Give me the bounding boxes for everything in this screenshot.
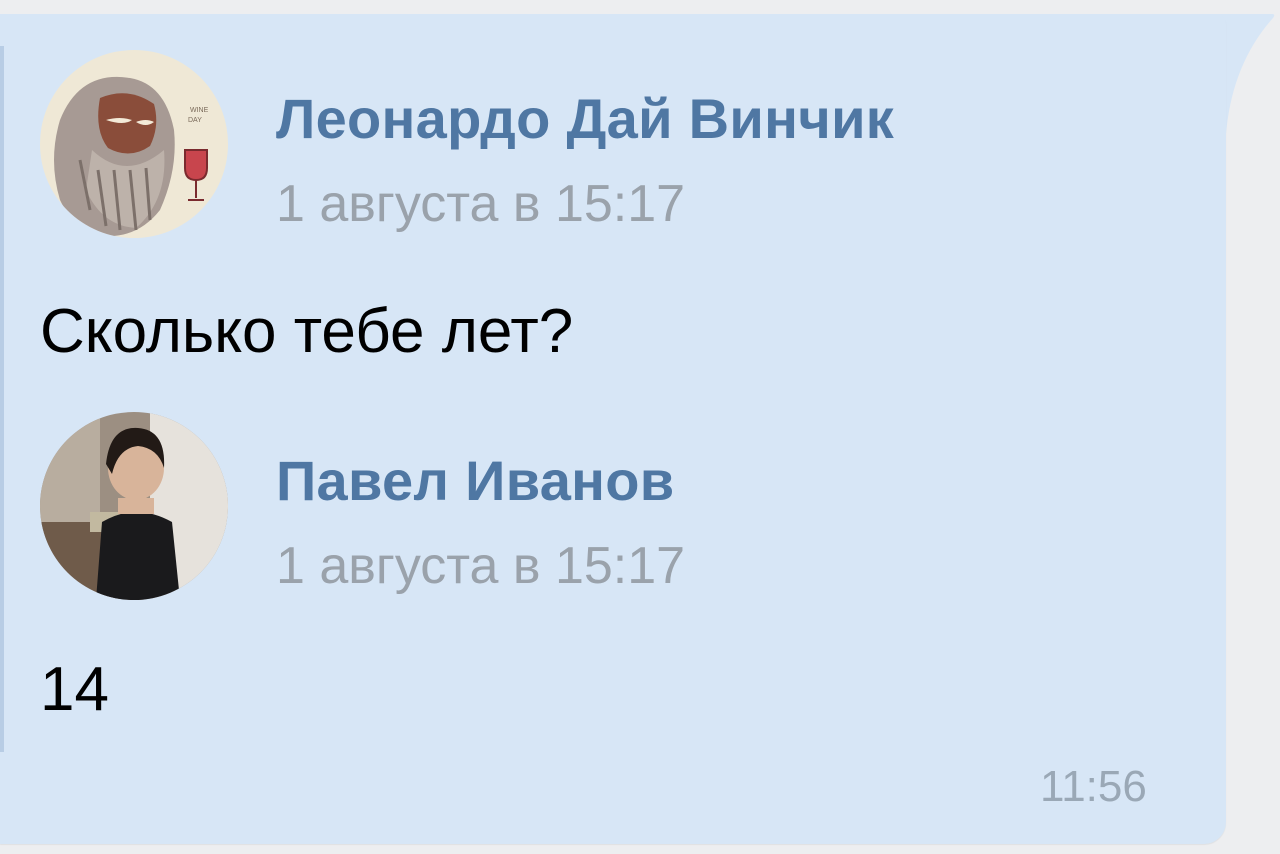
author-name-link[interactable]: Павел Иванов [276, 448, 675, 513]
message-date: 1 августа в 15:17 [276, 537, 686, 595]
avatar-leonardo-icon[interactable]: WINE DAY [40, 50, 228, 238]
chat-screen: WINE DAY Леонардо Дай Винчик 1 августа в… [0, 0, 1280, 854]
svg-text:WINE: WINE [190, 107, 209, 114]
message-date: 1 августа в 15:17 [276, 175, 686, 233]
message-bubble[interactable]: WINE DAY Леонардо Дай Винчик 1 августа в… [0, 14, 1226, 844]
author-name-link[interactable]: Леонардо Дай Винчик [276, 86, 894, 151]
message-text: Сколько тебе лет? [40, 297, 574, 366]
message-text: 14 [40, 655, 109, 724]
avatar-pavel-icon[interactable] [40, 412, 228, 600]
svg-text:DAY: DAY [188, 117, 202, 124]
message-time: 11:56 [1040, 762, 1147, 811]
forwarded-messages-bar [0, 46, 4, 752]
